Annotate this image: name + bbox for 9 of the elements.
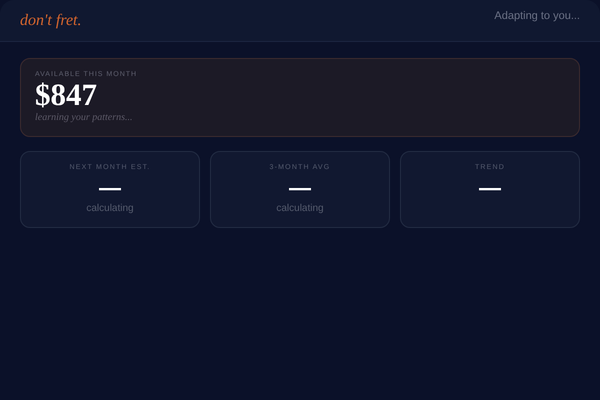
status-text: Adapting to you... bbox=[494, 10, 580, 22]
stat-note: calculating bbox=[86, 203, 134, 214]
stat-value: — bbox=[99, 175, 121, 201]
app-logo: don't fret. bbox=[20, 12, 82, 30]
stat-note: calculating bbox=[276, 203, 324, 214]
card-note: learning your patterns... bbox=[35, 112, 134, 123]
stat-value: — bbox=[289, 175, 311, 201]
available-amount: $847 bbox=[35, 78, 98, 112]
stat-value: — bbox=[479, 175, 501, 201]
